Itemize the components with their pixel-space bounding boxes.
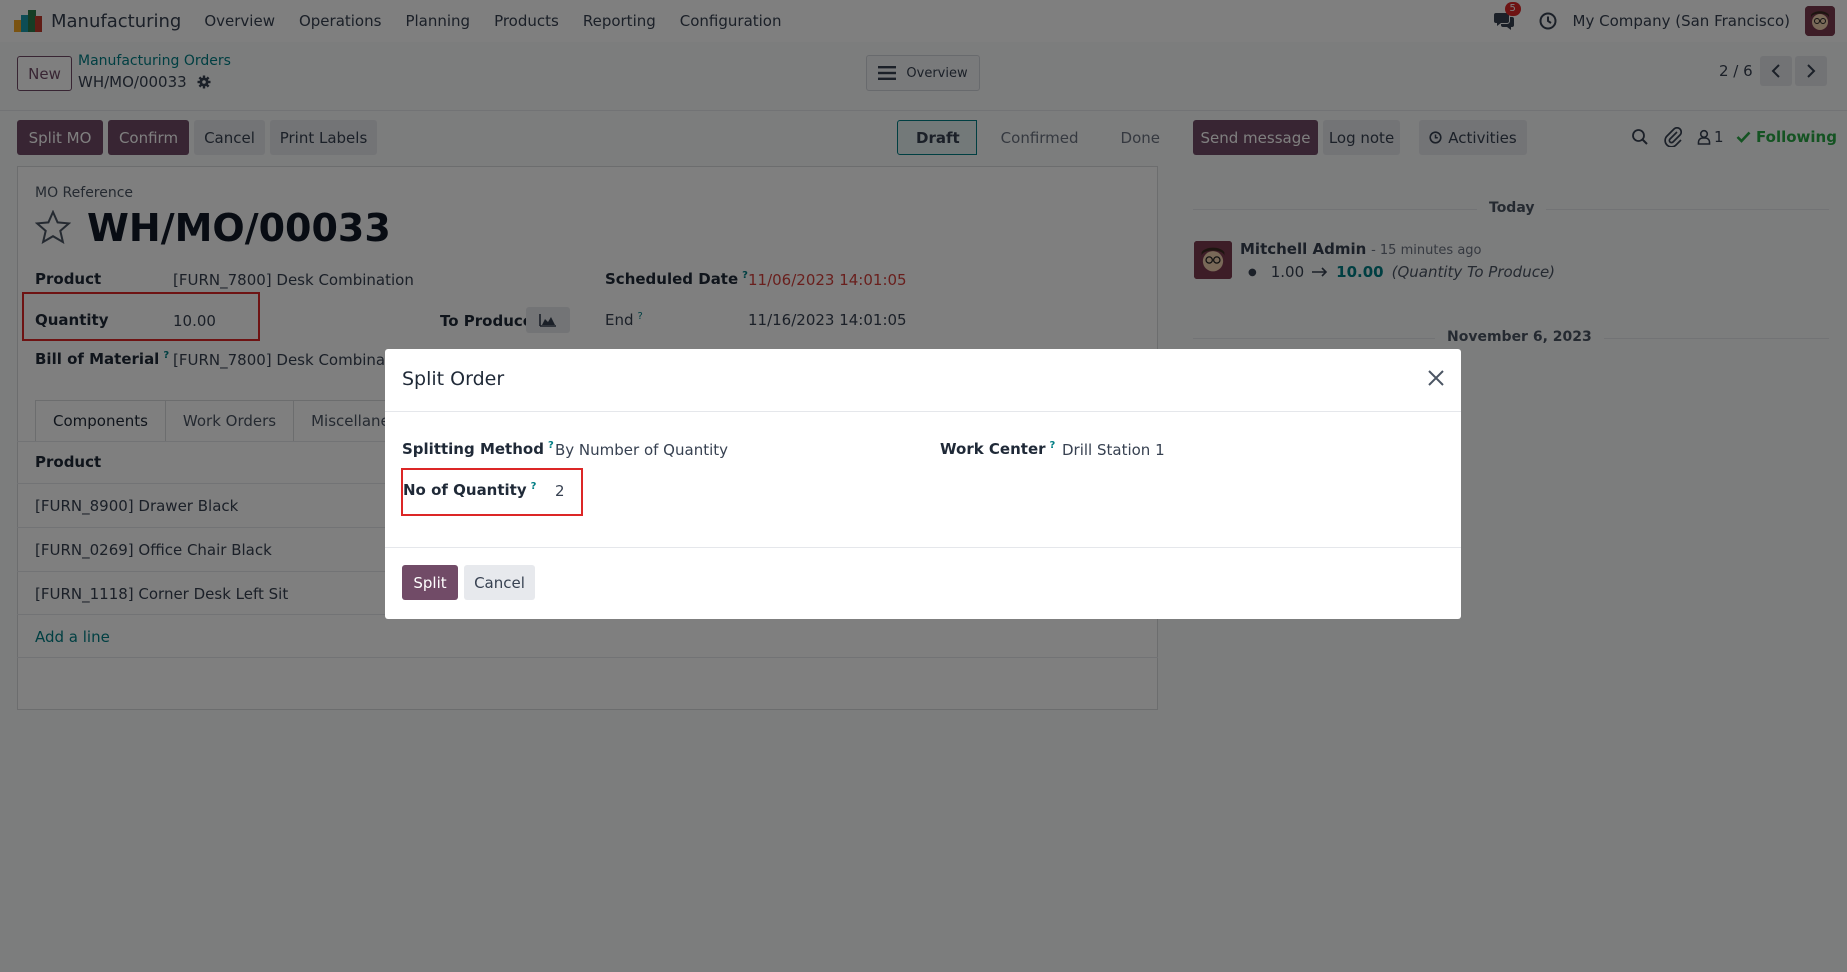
no-of-quantity-input[interactable]: 2: [555, 482, 565, 500]
modal-footer: Split Cancel: [385, 547, 1461, 619]
splitting-method-select[interactable]: By Number of Quantity: [555, 441, 728, 459]
modal-cancel-button[interactable]: Cancel: [464, 565, 535, 600]
work-center-field[interactable]: Drill Station 1: [1062, 441, 1165, 459]
modal-header: Split Order: [385, 349, 1461, 412]
splitting-method-label-text: Splitting Method: [402, 440, 544, 458]
close-icon[interactable]: [1425, 367, 1447, 389]
split-order-dialog: Split Order Splitting Method? By Number …: [385, 349, 1461, 619]
splitting-method-label: Splitting Method?: [402, 440, 554, 458]
work-center-label-text: Work Center: [940, 440, 1046, 458]
modal-title: Split Order: [402, 368, 505, 390]
no-of-quantity-label: No of Quantity?: [403, 481, 537, 499]
split-button[interactable]: Split: [402, 565, 458, 600]
no-of-quantity-label-text: No of Quantity: [403, 481, 527, 499]
work-center-label: Work Center?: [940, 440, 1056, 458]
